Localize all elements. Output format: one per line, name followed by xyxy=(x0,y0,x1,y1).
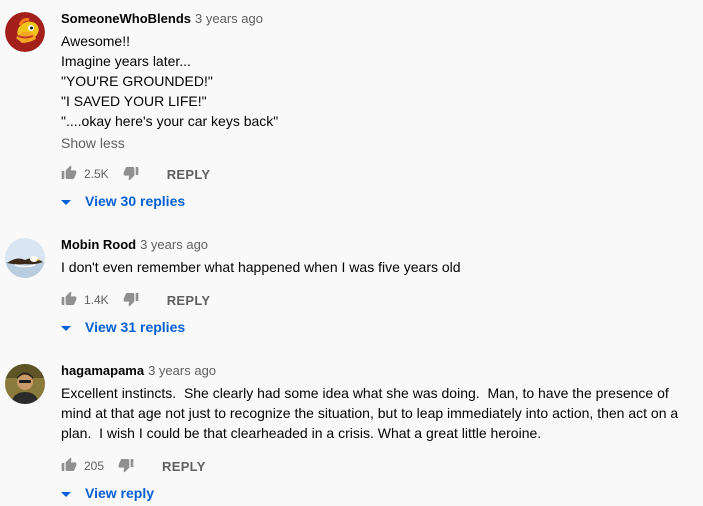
thumbs-down-icon[interactable] xyxy=(123,165,139,184)
comment-line: "....okay here's your car keys back" xyxy=(61,113,279,129)
avatar-fire-character-icon[interactable] xyxy=(5,12,45,52)
reply-button[interactable]: REPLY xyxy=(167,293,211,308)
comment-text: Awesome!! Imagine years later... "YOU'RE… xyxy=(61,31,695,131)
avatar-person-icon[interactable] xyxy=(5,364,45,404)
comment-author[interactable]: hagamapama xyxy=(61,363,144,378)
caret-down-icon xyxy=(61,319,71,335)
comment-author[interactable]: Mobin Rood xyxy=(61,237,136,252)
thumbs-down-icon[interactable] xyxy=(118,457,134,476)
comment-text: Excellent instincts. She clearly had som… xyxy=(61,383,695,443)
caret-down-icon xyxy=(61,193,71,209)
comment-line: "YOU'RE GROUNDED!" xyxy=(61,73,213,89)
comment-line: Imagine years later... xyxy=(61,53,191,69)
like-count: 205 xyxy=(84,459,105,473)
comment-paragraph: Excellent instincts. She clearly had som… xyxy=(61,385,683,441)
view-replies-label: View reply xyxy=(85,485,155,501)
comment-author[interactable]: SomeoneWhoBlends xyxy=(61,11,191,26)
reply-button[interactable]: REPLY xyxy=(162,459,206,474)
thumbs-down-icon[interactable] xyxy=(123,291,139,310)
avatar-eagle-icon[interactable] xyxy=(5,238,45,278)
thumbs-up-icon[interactable] xyxy=(61,457,77,476)
comment-line: Awesome!! xyxy=(61,33,130,49)
thumbs-up-icon[interactable] xyxy=(61,291,77,310)
view-replies-label: View 30 replies xyxy=(85,193,186,209)
view-replies-button[interactable]: View 30 replies xyxy=(61,191,185,211)
view-replies-label: View 31 replies xyxy=(85,319,186,335)
view-replies-button[interactable]: View 31 replies xyxy=(61,317,185,337)
comment-time[interactable]: 3 years ago xyxy=(148,363,216,378)
comment-line: I don't even remember what happened when… xyxy=(61,259,461,275)
thumbs-up-icon[interactable] xyxy=(61,165,77,184)
view-replies-button[interactable]: View reply xyxy=(61,483,154,503)
comment-toolbar: 2.5K REPLY xyxy=(61,164,210,184)
comment-time[interactable]: 3 years ago xyxy=(140,237,208,252)
reply-button[interactable]: REPLY xyxy=(167,167,211,182)
comment-toolbar: 205 REPLY xyxy=(61,456,206,476)
comment-toolbar: 1.4K REPLY xyxy=(61,290,210,310)
caret-down-icon xyxy=(61,485,71,501)
like-count: 1.4K xyxy=(84,293,109,307)
comment-line: "I SAVED YOUR LIFE!" xyxy=(61,93,207,109)
comment-text: I don't even remember what happened when… xyxy=(61,257,695,277)
show-less-button[interactable]: Show less xyxy=(61,133,695,153)
like-count: 2.5K xyxy=(84,167,109,181)
comment-time[interactable]: 3 years ago xyxy=(195,11,263,26)
